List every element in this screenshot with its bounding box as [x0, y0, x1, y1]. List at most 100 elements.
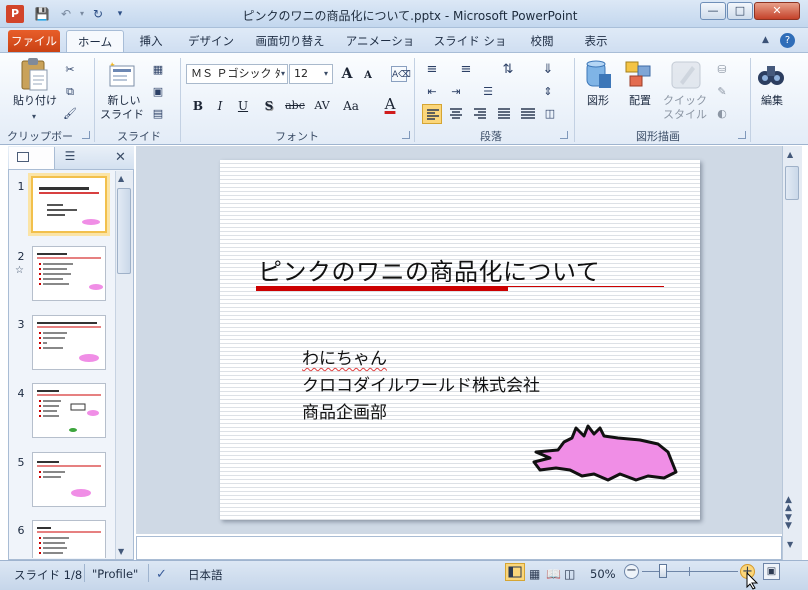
justify-button[interactable]: [494, 104, 514, 124]
shape-fill-icon[interactable]: ⛁: [714, 62, 730, 78]
shape-effects-icon[interactable]: ◐: [714, 106, 730, 122]
slide-thumbnail-1[interactable]: [28, 173, 110, 236]
smartart-icon[interactable]: ◫: [542, 106, 558, 122]
slides-tab[interactable]: [9, 147, 55, 169]
bullets-icon[interactable]: ≡: [424, 62, 440, 78]
tab-design[interactable]: デザイン: [180, 30, 242, 53]
italic-button[interactable]: I: [210, 96, 230, 116]
tab-transitions[interactable]: 画面切り替え: [250, 30, 330, 53]
paragraph-dialog-launcher[interactable]: [560, 131, 568, 139]
save-icon[interactable]: 💾: [34, 6, 50, 22]
line-spacing-icon[interactable]: ⇅: [500, 62, 516, 78]
next-slide-icon[interactable]: ▼ ▼: [785, 514, 792, 531]
spelling-check-icon[interactable]: ✓: [156, 567, 167, 582]
scroll-up-icon[interactable]: ▲: [118, 174, 124, 183]
font-name-chevron-down-icon[interactable]: ▾: [281, 69, 285, 78]
font-color-button[interactable]: A: [380, 94, 400, 114]
paste-button[interactable]: 貼り付け: [10, 94, 60, 108]
align-text-icon[interactable]: ⇕: [540, 84, 556, 100]
powerpoint-app-icon[interactable]: P: [6, 5, 24, 23]
slide-thumbnail-5[interactable]: [32, 452, 106, 507]
slide-title[interactable]: ピンクのワニの商品化について: [258, 252, 600, 287]
tab-slideshow[interactable]: スライド ショー: [430, 30, 510, 70]
tab-file[interactable]: ファイル: [8, 30, 60, 53]
tab-view[interactable]: 表示: [578, 30, 614, 53]
theme-name[interactable]: "Profile": [92, 567, 138, 581]
redo-icon[interactable]: ↻: [90, 6, 106, 22]
cut-icon[interactable]: ✂: [62, 62, 78, 78]
decrease-indent-icon[interactable]: ⇤: [424, 84, 440, 100]
zoom-out-button[interactable]: −: [624, 564, 639, 579]
main-scroll-down-icon[interactable]: ▼: [787, 540, 793, 549]
change-case-button[interactable]: Aa: [340, 96, 362, 116]
text-direction-icon[interactable]: ⇓: [540, 62, 556, 78]
undo-icon[interactable]: ↶: [58, 6, 74, 22]
new-slide-label-2[interactable]: スライド: [98, 108, 146, 122]
slide-thumbnail-6[interactable]: [32, 520, 106, 558]
strikethrough-button[interactable]: abc: [283, 96, 307, 116]
paste-dropdown-icon[interactable]: ▾: [32, 112, 36, 121]
slide-position-indicator[interactable]: スライド 1/8: [14, 567, 82, 583]
shrink-font-button[interactable]: A: [358, 66, 378, 86]
numbering-icon[interactable]: ≡: [458, 62, 474, 78]
align-center-button[interactable]: [446, 104, 466, 124]
format-painter-icon[interactable]: 🖌: [62, 106, 78, 122]
section-icon[interactable]: ▤: [150, 106, 166, 122]
quick-styles-label[interactable]: クイック: [660, 94, 710, 108]
language-indicator[interactable]: 日本語: [188, 567, 223, 583]
main-scroll-up-icon[interactable]: ▲: [787, 150, 793, 159]
tab-review[interactable]: 校閲: [524, 30, 560, 53]
scroll-down-icon[interactable]: ▼: [118, 547, 124, 556]
shapes-icon[interactable]: [583, 58, 613, 92]
outline-tab-icon[interactable]: ☰: [60, 149, 80, 167]
clear-formatting-icon[interactable]: A⌫: [391, 66, 411, 82]
slide-sorter-icon[interactable]: ▦: [529, 567, 540, 581]
font-dialog-launcher[interactable]: [402, 131, 410, 139]
font-size-chevron-down-icon[interactable]: ▾: [324, 69, 328, 78]
subtitle-line-3[interactable]: 商品企画部: [302, 398, 387, 423]
undo-dropdown-icon[interactable]: ▾: [74, 6, 90, 22]
main-scroll-thumb[interactable]: [785, 166, 799, 200]
arrange-icon[interactable]: [624, 58, 654, 92]
tab-insert[interactable]: 挿入: [130, 30, 172, 53]
underline-button[interactable]: U: [233, 96, 253, 116]
help-icon[interactable]: ?: [780, 33, 795, 48]
customize-qat-icon[interactable]: ▾: [112, 6, 128, 22]
align-left-button[interactable]: [422, 104, 442, 124]
subtitle-line-1[interactable]: わにちゃん: [302, 344, 387, 369]
font-name-dropdown[interactable]: ＭＳ Ｐゴシック ﾀ: [186, 64, 288, 84]
previous-slide-icon[interactable]: ▲ ▲: [785, 496, 792, 513]
align-right-button[interactable]: [470, 104, 490, 124]
minimize-button[interactable]: —: [700, 2, 726, 20]
shape-outline-icon[interactable]: ✎: [714, 84, 730, 100]
quick-styles-label-2[interactable]: スタイル: [660, 108, 710, 122]
slide-thumbnail-2[interactable]: [32, 246, 106, 301]
layout-icon[interactable]: ▦: [150, 62, 166, 78]
paste-icon[interactable]: [18, 58, 50, 92]
shadow-button[interactable]: S: [259, 96, 279, 116]
fit-slide-to-window-icon[interactable]: ▣: [763, 563, 780, 580]
current-slide[interactable]: ピンクのワニの商品化について わにちゃん クロコダイルワールド株式会社 商品企画…: [220, 160, 700, 520]
zoom-level[interactable]: 50%: [590, 567, 616, 581]
binoculars-icon[interactable]: [756, 58, 786, 90]
copy-icon[interactable]: ⧉: [62, 84, 78, 100]
notes-pane[interactable]: [136, 536, 782, 560]
new-slide-icon[interactable]: [108, 60, 138, 90]
shapes-button[interactable]: 図形: [578, 94, 618, 108]
minimize-ribbon-icon[interactable]: ▲: [762, 35, 769, 45]
slide-thumbnail-4[interactable]: [32, 383, 106, 438]
editing-button[interactable]: 編集: [752, 94, 792, 108]
character-spacing-button[interactable]: AV: [310, 96, 334, 116]
slideshow-view-icon[interactable]: ◫: [564, 567, 575, 581]
distributed-icon[interactable]: [518, 104, 538, 124]
reading-view-icon[interactable]: 📖: [546, 567, 561, 581]
pink-crocodile-image[interactable]: [528, 418, 680, 484]
slide-thumbnail-3[interactable]: [32, 315, 106, 370]
maximize-button[interactable]: □: [727, 2, 753, 20]
tab-animations[interactable]: アニメーション: [340, 30, 420, 70]
zoom-slider-thumb[interactable]: [659, 564, 668, 578]
reset-icon[interactable]: ▣: [150, 84, 166, 100]
tab-home[interactable]: ホーム: [66, 30, 124, 53]
normal-view-button[interactable]: [505, 563, 525, 581]
close-button[interactable]: ✕: [754, 2, 800, 20]
